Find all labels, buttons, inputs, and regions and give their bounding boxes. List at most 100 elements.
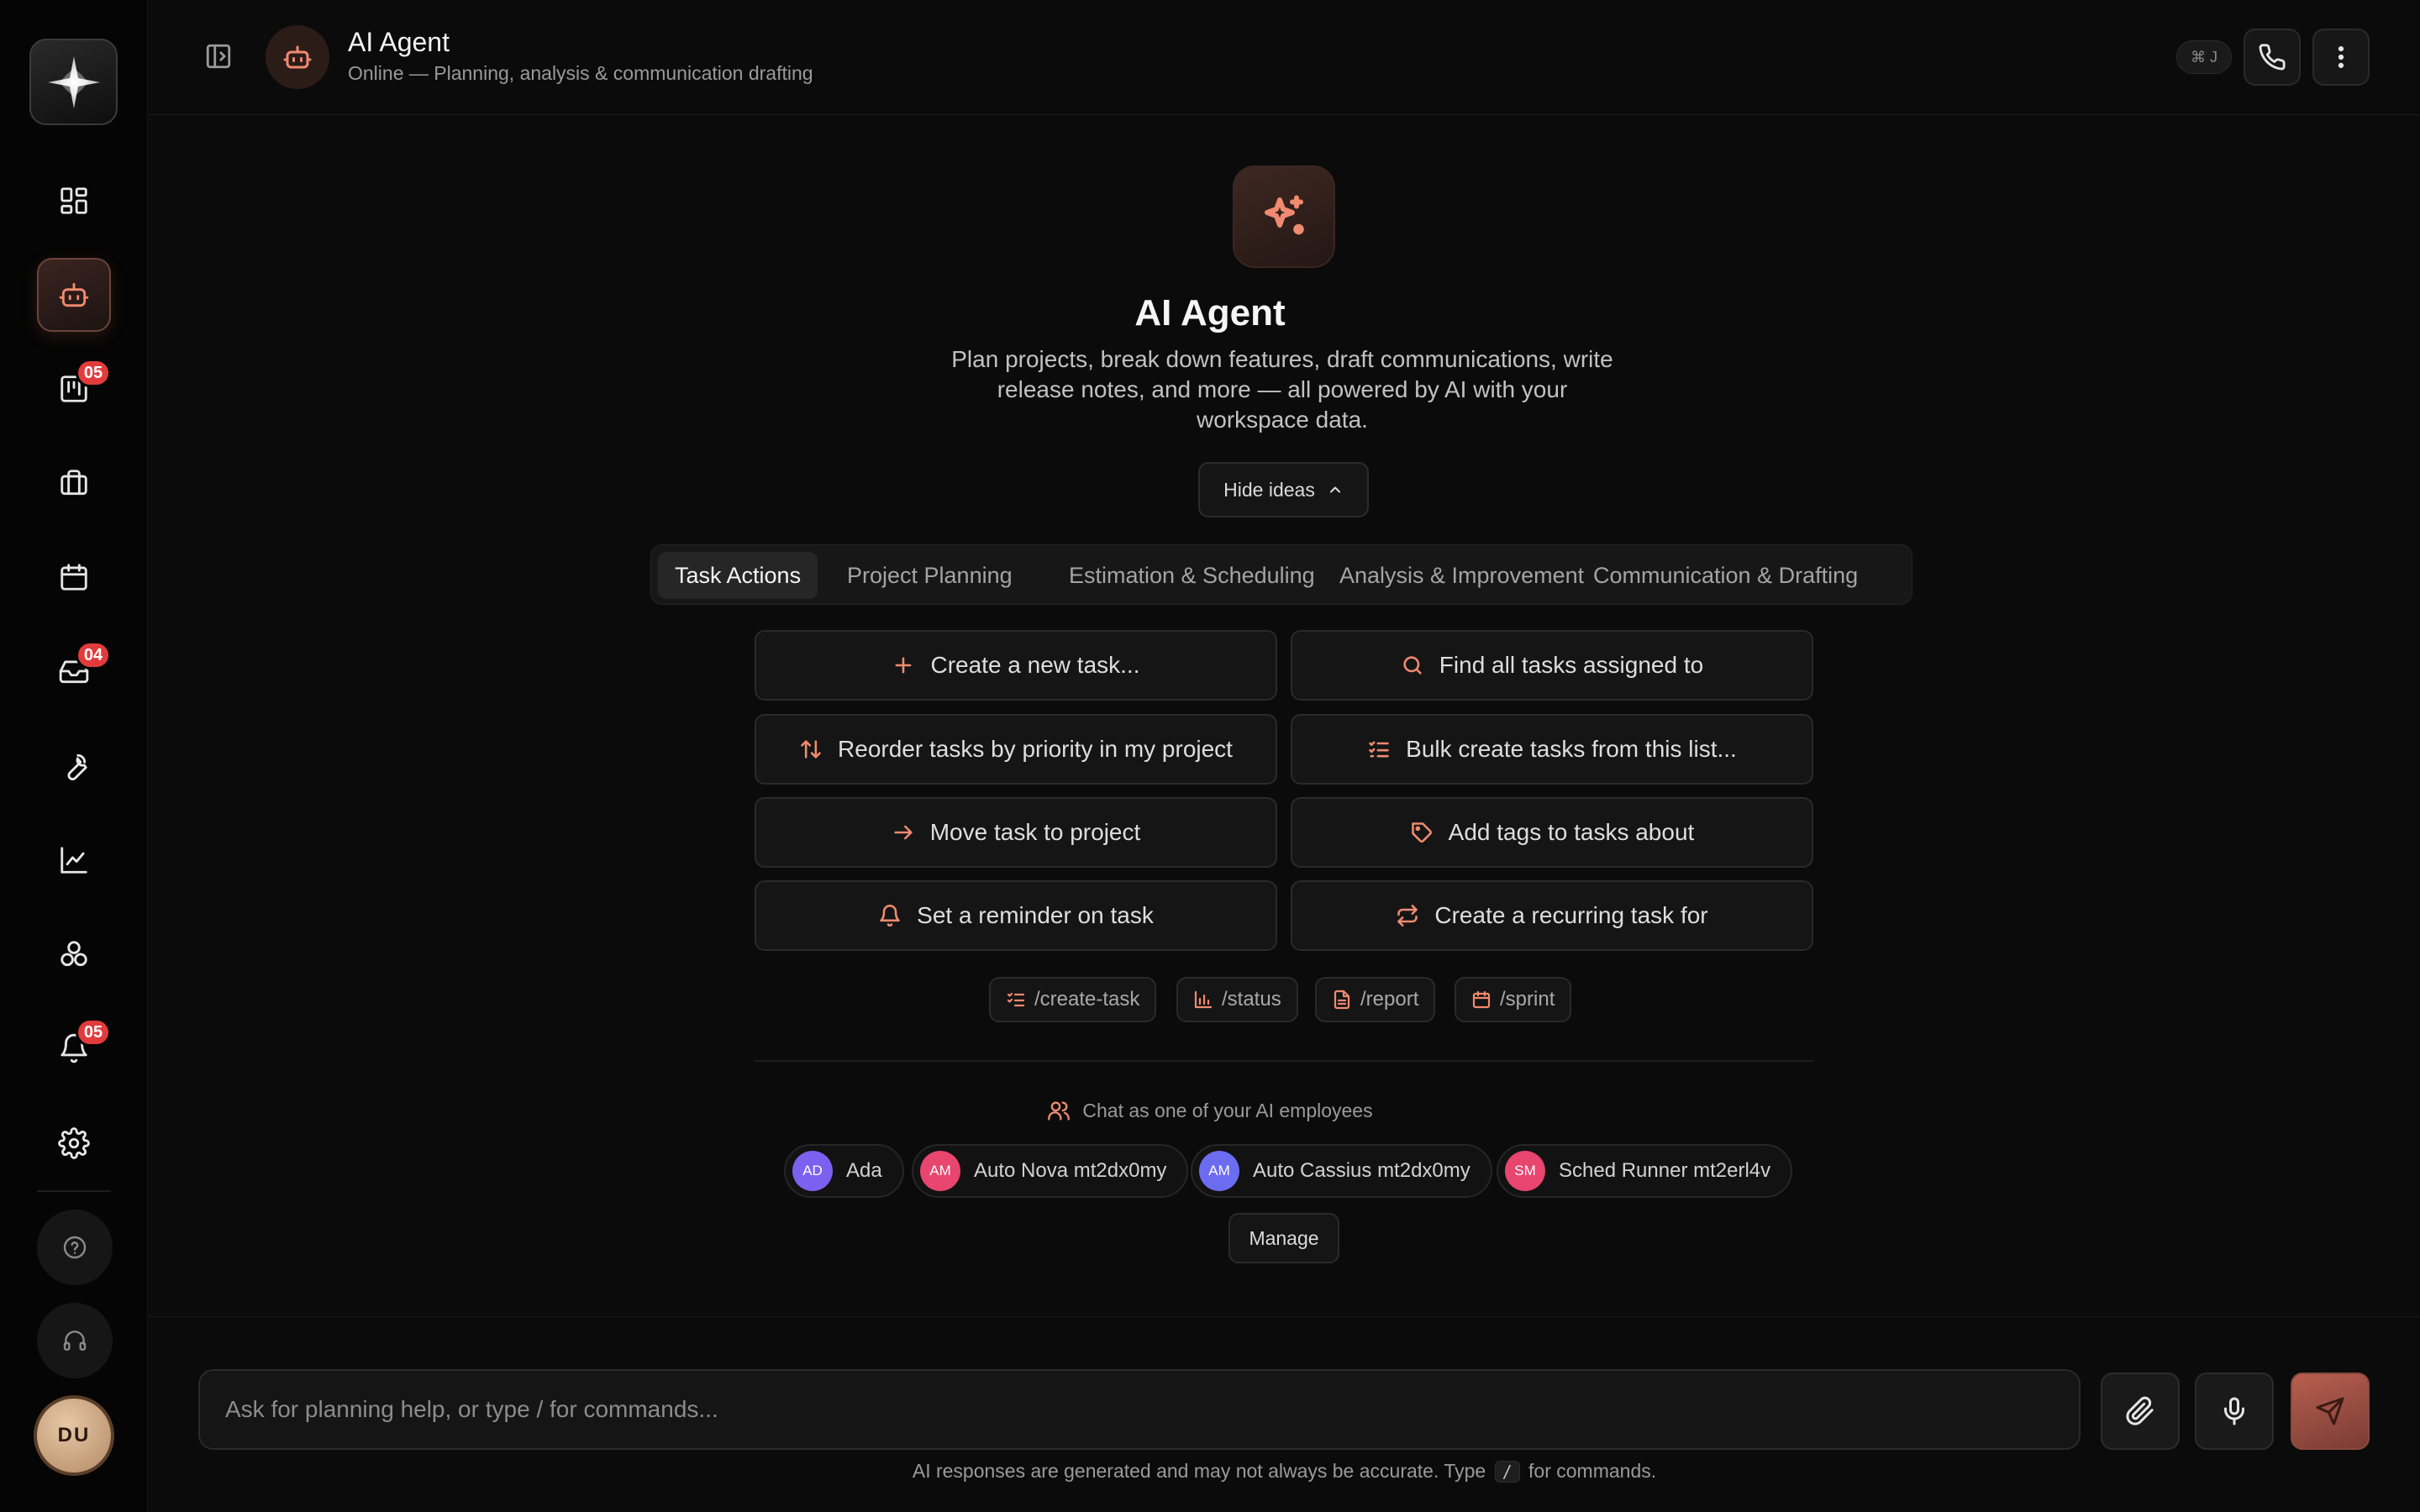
disclaimer-text: AI responses are generated and may not a… (912, 1460, 1486, 1482)
sidebar-toggle-icon (206, 44, 231, 69)
employee-chip-auto-cassius[interactable]: AM Auto Cassius mt2dx0my (1191, 1144, 1492, 1198)
employee-chip-auto-nova[interactable]: AM Auto Nova mt2dx0my (912, 1144, 1189, 1198)
action-reorder-tasks[interactable]: Reorder tasks by priority in my project (755, 714, 1277, 785)
sidebar-item-board[interactable]: 05 (37, 352, 111, 426)
sidebar-item-notifications[interactable]: 05 (37, 1011, 111, 1085)
action-move-task[interactable]: Move task to project (755, 797, 1277, 868)
command-label: /sprint (1500, 988, 1555, 1011)
command-label: /create-task (1034, 988, 1140, 1011)
briefcase-icon (60, 470, 87, 496)
dashboard-icon (60, 187, 87, 214)
disclaimer-text-end: for commands. (1528, 1460, 1657, 1482)
file-text-icon (1334, 990, 1350, 1010)
employee-chip-ada[interactable]: AD Ada (784, 1144, 904, 1198)
sidebar-item-integrations[interactable] (37, 917, 111, 991)
gear-icon (58, 1127, 90, 1159)
chevron-up-icon (1329, 486, 1340, 493)
notification-badge: 05 (76, 1018, 111, 1047)
tab-communication-drafting[interactable]: Communication & Drafting (1576, 552, 1875, 599)
shortcut-hint: ⌘ J (2176, 40, 2232, 74)
manage-employees-button[interactable]: Manage (1228, 1213, 1339, 1263)
help-button[interactable] (37, 1210, 113, 1285)
idea-category-tabs: Task Actions Project Planning Estimation… (650, 544, 1912, 605)
sidebar-item-calendar[interactable] (37, 540, 111, 614)
user-avatar[interactable]: DU (34, 1395, 114, 1476)
action-label: Set a reminder on task (917, 902, 1154, 928)
attach-button[interactable] (2101, 1373, 2180, 1450)
users-icon (1048, 1101, 1071, 1121)
sidebar-item-tools[interactable] (37, 729, 111, 803)
call-button[interactable] (2244, 29, 2301, 86)
tab-task-actions[interactable]: Task Actions (658, 552, 818, 599)
app-logo[interactable] (29, 39, 118, 125)
action-recurring-task[interactable]: Create a recurring task for (1291, 880, 1813, 951)
employees-label: Chat as one of your AI employees (1082, 1099, 1373, 1121)
sidebar-divider (37, 1190, 111, 1192)
action-label: Add tags to tasks about (1448, 819, 1695, 845)
slash-key-hint: / (1494, 1461, 1520, 1483)
employee-chip-sched-runner[interactable]: SM Sched Runner mt2erl4v (1497, 1144, 1793, 1198)
tab-estimation-scheduling[interactable]: Estimation & Scheduling (1052, 552, 1332, 599)
hide-ideas-button[interactable]: Hide ideas (1198, 462, 1369, 517)
hero-icon (1233, 165, 1335, 268)
plus-icon (896, 657, 912, 674)
list-checks-icon (1369, 741, 1389, 758)
bar-chart-icon (1194, 990, 1213, 1009)
send-icon (2316, 1397, 2344, 1425)
headset-icon (63, 1331, 87, 1351)
arrow-right-icon (894, 825, 913, 840)
section-divider (755, 1060, 1813, 1062)
list-checks-icon (1007, 992, 1025, 1007)
action-set-reminder[interactable]: Set a reminder on task (755, 880, 1277, 951)
bell-icon (880, 905, 900, 927)
sidebar-item-dashboard[interactable] (37, 164, 111, 238)
action-label: Reorder tasks by priority in my project (838, 736, 1233, 762)
microphone-icon (2224, 1397, 2244, 1425)
bot-icon (283, 45, 312, 69)
action-find-tasks[interactable]: Find all tasks assigned to (1291, 630, 1813, 701)
action-label: Create a new task... (930, 652, 1140, 678)
hero-title: AI Agent (1134, 292, 1286, 333)
tab-project-planning[interactable]: Project Planning (830, 552, 1029, 599)
action-create-task[interactable]: Create a new task... (755, 630, 1277, 701)
employee-name: Auto Cassius mt2dx0my (1253, 1159, 1470, 1182)
employee-name: Ada (846, 1159, 882, 1182)
action-bulk-create[interactable]: Bulk create tasks from this list... (1291, 714, 1813, 785)
sidebar-item-inbox[interactable]: 04 (37, 634, 111, 708)
sidebar-item-projects[interactable] (37, 446, 111, 520)
chat-input-placeholder: Ask for planning help, or type / for com… (225, 1396, 718, 1422)
more-options-button[interactable] (2312, 29, 2370, 86)
chat-input[interactable]: Ask for planning help, or type / for com… (198, 1369, 2081, 1450)
employees-heading: Chat as one of your AI employees (0, 1099, 2420, 1122)
phone-icon (2259, 44, 2286, 71)
toggle-sidebar-button[interactable] (202, 39, 235, 73)
sparkle-logo-icon (47, 55, 100, 108)
hide-ideas-label: Hide ideas (1223, 478, 1315, 501)
sidebar: 05 04 05 DU (0, 0, 148, 1512)
action-label: Bulk create tasks from this list... (1406, 736, 1737, 762)
employee-avatar: SM (1505, 1151, 1545, 1191)
paperclip-icon (2126, 1396, 2154, 1425)
voice-input-button[interactable] (2195, 1373, 2274, 1450)
sidebar-item-analytics[interactable] (37, 823, 111, 897)
employee-avatar: AM (1199, 1151, 1239, 1191)
action-label: Find all tasks assigned to (1439, 652, 1704, 678)
agent-avatar (266, 25, 329, 89)
support-button[interactable] (37, 1303, 113, 1378)
agent-status: Online — Planning, analysis & communicat… (348, 62, 813, 84)
calendar-icon (60, 564, 87, 591)
command-chip-create-task[interactable]: /create-task (989, 977, 1157, 1022)
repeat-icon (1397, 905, 1418, 927)
action-label: Move task to project (929, 819, 1141, 845)
send-button[interactable] (2291, 1373, 2370, 1450)
action-label: Create a recurring task for (1434, 902, 1708, 928)
command-chip-sprint[interactable]: /sprint (1455, 977, 1572, 1022)
employee-name: Sched Runner mt2erl4v (1559, 1159, 1771, 1182)
tab-analysis-improvement[interactable]: Analysis & Improvement (1323, 552, 1601, 599)
action-add-tags[interactable]: Add tags to tasks about (1291, 797, 1813, 868)
notification-badge: 04 (76, 641, 111, 669)
command-chip-status[interactable]: /status (1176, 977, 1298, 1022)
command-chip-report[interactable]: /report (1315, 977, 1436, 1022)
command-label: /status (1222, 988, 1281, 1011)
command-label: /report (1360, 988, 1419, 1011)
